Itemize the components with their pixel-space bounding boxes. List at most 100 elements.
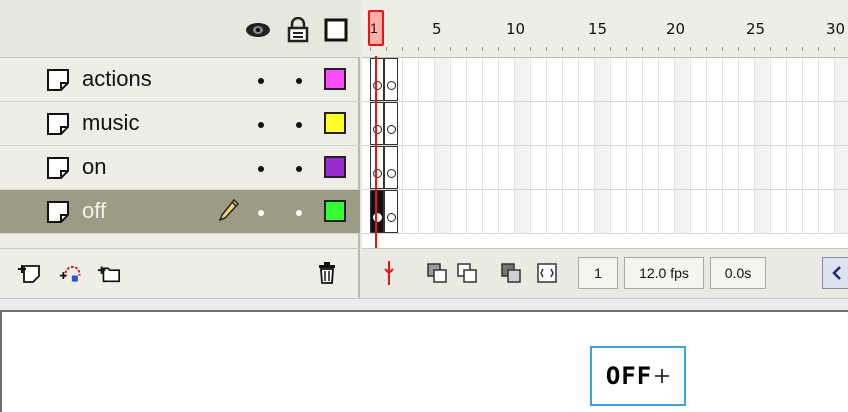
ruler-number: 1 bbox=[370, 20, 378, 36]
ruler-tick bbox=[578, 47, 579, 51]
keyframe[interactable] bbox=[384, 190, 398, 233]
layer-icon bbox=[46, 156, 70, 180]
layer-name: actions bbox=[82, 66, 152, 91]
layers-footer bbox=[0, 248, 360, 296]
visibility-dot[interactable] bbox=[258, 210, 264, 216]
flash-editor: actions music on off 1 5 10 15 20 25 30 … bbox=[0, 0, 848, 412]
eye-icon[interactable] bbox=[244, 16, 272, 44]
ruler-tick bbox=[482, 47, 483, 51]
frame-ruler[interactable]: 1 5 10 15 20 25 30 bbox=[362, 0, 848, 58]
onion-skin-icon[interactable] bbox=[424, 259, 450, 287]
keyframe[interactable] bbox=[370, 146, 384, 189]
keyframe[interactable] bbox=[370, 102, 384, 145]
layer-row-actions[interactable]: actions bbox=[0, 58, 360, 102]
keyframe-selected[interactable] bbox=[370, 190, 384, 233]
frame-row-on[interactable] bbox=[362, 146, 848, 190]
outline-color-swatch[interactable] bbox=[324, 112, 346, 134]
ruler-number: 20 bbox=[666, 20, 686, 38]
selected-button-symbol[interactable]: OFF bbox=[590, 346, 686, 406]
panel-divider[interactable] bbox=[0, 298, 848, 312]
ruler-tick bbox=[834, 47, 835, 51]
center-frame-icon[interactable] bbox=[376, 259, 402, 287]
ruler-number: 10 bbox=[506, 20, 526, 38]
layer-icon bbox=[46, 200, 70, 224]
ruler-tick bbox=[498, 47, 499, 51]
frames-area[interactable]: 1 5 10 15 20 25 30 bbox=[362, 0, 848, 248]
ruler-tick bbox=[722, 47, 723, 51]
keyframe[interactable] bbox=[384, 146, 398, 189]
ruler-tick bbox=[642, 47, 643, 51]
frame-rate-field[interactable]: 12.0 fps bbox=[624, 257, 704, 289]
ruler-tick bbox=[514, 47, 515, 51]
elapsed-time-field: 0.0s bbox=[710, 257, 766, 289]
layer-row-music[interactable]: music bbox=[0, 102, 360, 146]
visibility-dot[interactable] bbox=[258, 122, 264, 128]
ruler-tick bbox=[786, 47, 787, 51]
modify-onion-markers-icon[interactable] bbox=[534, 259, 560, 287]
ruler-tick bbox=[658, 47, 659, 51]
playhead-line bbox=[375, 56, 377, 248]
ruler-tick bbox=[386, 47, 387, 51]
ruler-tick bbox=[818, 47, 819, 51]
lock-dot[interactable] bbox=[296, 78, 302, 84]
ruler-tick bbox=[466, 47, 467, 51]
trash-icon[interactable] bbox=[314, 259, 340, 287]
frame-row-off[interactable] bbox=[362, 190, 848, 234]
outline-color-swatch[interactable] bbox=[324, 68, 346, 90]
layer-name: music bbox=[82, 110, 140, 135]
ruler-tick bbox=[418, 47, 419, 51]
insert-layer-icon[interactable] bbox=[16, 259, 42, 287]
ruler-tick bbox=[594, 47, 595, 51]
ruler-tick bbox=[626, 47, 627, 51]
ruler-tick bbox=[754, 47, 755, 51]
layers-header bbox=[0, 0, 360, 58]
lock-dot[interactable] bbox=[296, 122, 302, 128]
ruler-tick bbox=[402, 47, 403, 51]
button-label: OFF bbox=[605, 362, 653, 390]
insert-folder-icon[interactable] bbox=[96, 259, 122, 287]
layer-icon bbox=[46, 68, 70, 92]
timeline-status-bar: 1 12.0 fps 0.0s bbox=[362, 248, 848, 296]
frame-row-music[interactable] bbox=[362, 102, 848, 146]
frame-row-actions[interactable] bbox=[362, 58, 848, 102]
timeline-panel: actions music on off 1 5 10 15 20 25 30 … bbox=[0, 0, 848, 300]
lock-dot[interactable] bbox=[296, 210, 302, 216]
current-frame-field: 1 bbox=[578, 257, 618, 289]
ruler-tick bbox=[546, 47, 547, 51]
keyframe[interactable] bbox=[384, 102, 398, 145]
ruler-tick bbox=[450, 47, 451, 51]
add-motion-guide-icon[interactable] bbox=[58, 259, 84, 287]
layer-row-off[interactable]: off bbox=[0, 190, 360, 234]
visibility-dot[interactable] bbox=[258, 166, 264, 172]
lock-dot[interactable] bbox=[296, 166, 302, 172]
layers-panel: actions music on off bbox=[0, 0, 360, 300]
ruler-tick bbox=[530, 47, 531, 51]
ruler-tick bbox=[706, 47, 707, 51]
edit-multiple-frames-icon[interactable] bbox=[498, 259, 524, 287]
layer-name: on bbox=[82, 154, 107, 179]
ruler-tick bbox=[738, 47, 739, 51]
stage[interactable]: OFF bbox=[0, 312, 848, 412]
ruler-number: 15 bbox=[588, 20, 608, 38]
scroll-left-button[interactable] bbox=[822, 257, 848, 289]
ruler-number: 30 bbox=[826, 20, 846, 38]
ruler-tick bbox=[674, 47, 675, 51]
layer-icon bbox=[46, 112, 70, 136]
ruler-tick bbox=[370, 47, 371, 51]
outline-color-swatch[interactable] bbox=[324, 200, 346, 222]
ruler-tick bbox=[562, 47, 563, 51]
outline-color-swatch[interactable] bbox=[324, 156, 346, 178]
ruler-tick bbox=[770, 47, 771, 51]
keyframe[interactable] bbox=[384, 58, 398, 101]
pencil-icon bbox=[218, 198, 240, 222]
outline-icon[interactable] bbox=[322, 16, 350, 44]
ruler-tick bbox=[434, 47, 435, 51]
ruler-number: 5 bbox=[432, 20, 442, 38]
onion-skin-outlines-icon[interactable] bbox=[454, 259, 480, 287]
layer-row-on[interactable]: on bbox=[0, 146, 360, 190]
lock-icon[interactable] bbox=[284, 16, 312, 44]
visibility-dot[interactable] bbox=[258, 78, 264, 84]
ruler-tick bbox=[690, 47, 691, 51]
keyframe[interactable] bbox=[370, 58, 384, 101]
ruler-tick bbox=[802, 47, 803, 51]
